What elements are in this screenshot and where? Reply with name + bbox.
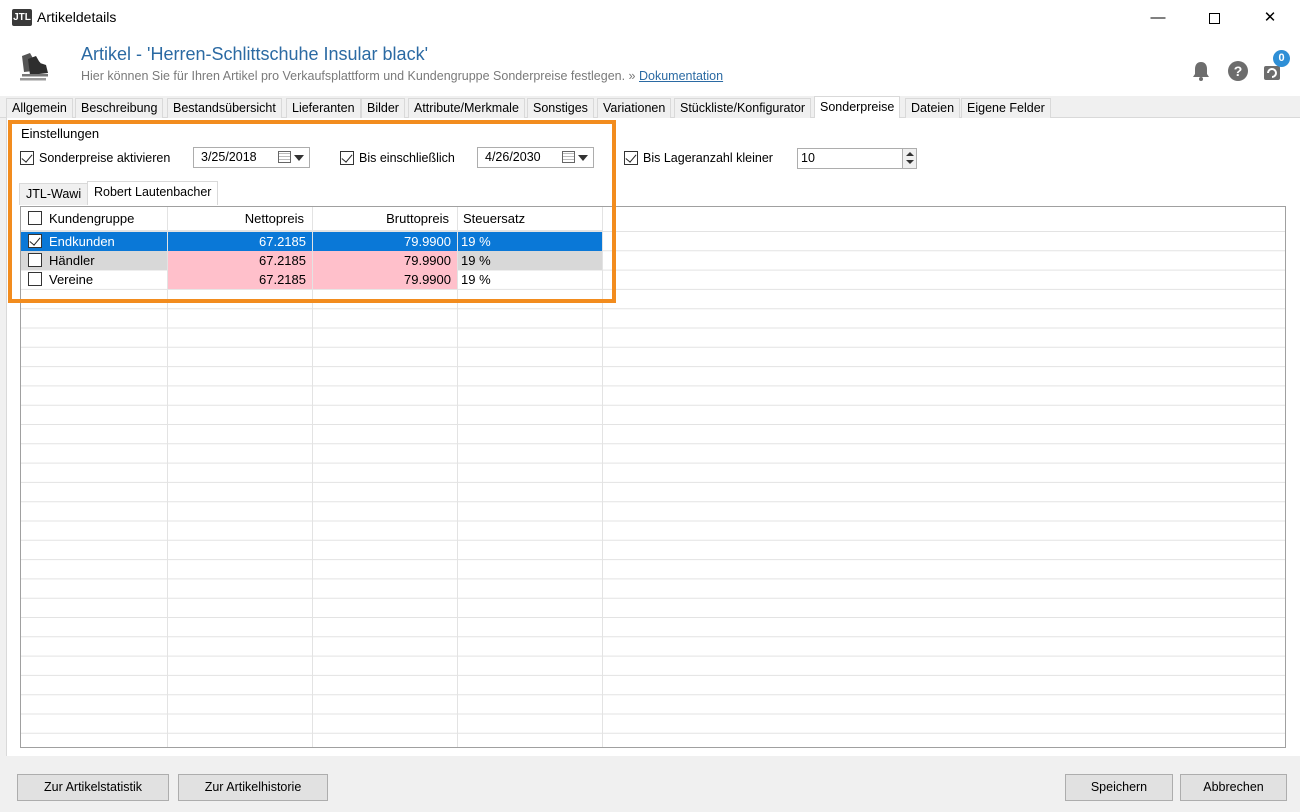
- save-button[interactable]: Speichern: [1065, 774, 1173, 801]
- tab-eigene-felder[interactable]: Eigene Felder: [961, 98, 1051, 118]
- article-history-button[interactable]: Zur Artikelhistorie: [178, 774, 328, 801]
- article-title: Artikel - 'Herren-Schlittschuhe Insular …: [81, 44, 429, 64]
- app-logo-icon: JTL: [12, 9, 32, 26]
- spin-up-icon: [906, 152, 914, 156]
- cell-nettopreis: 67.2185: [168, 232, 312, 251]
- stock-limit-spinner[interactable]: [902, 149, 916, 168]
- column-header-nettopreis[interactable]: Nettopreis: [168, 207, 313, 231]
- select-all-checkbox[interactable]: [28, 211, 42, 225]
- help-icon[interactable]: ?: [1227, 60, 1249, 82]
- row-checkbox[interactable]: [28, 253, 42, 267]
- tab-robert-lautenbacher[interactable]: Robert Lautenbacher: [87, 181, 219, 205]
- notification-badge: 0: [1273, 50, 1290, 67]
- title-bar: JTL Artikeldetails — ✕: [0, 0, 1300, 36]
- calendar-icon: [278, 151, 291, 163]
- table-row[interactable]: Händler 67.2185 79.9900 19 %: [21, 251, 603, 270]
- tab-allgemein[interactable]: Allgemein: [6, 98, 73, 118]
- bell-icon[interactable]: [1190, 60, 1212, 82]
- row-checkbox[interactable]: [28, 234, 42, 248]
- dropdown-arrow-icon: [578, 155, 588, 161]
- kundengruppe-header-label: Kundengruppe: [49, 211, 135, 226]
- cell-steuersatz: 19 %: [458, 251, 602, 270]
- artikeldetails-window: JTL Artikeldetails — ✕ Artikel - 'Herren…: [0, 0, 1300, 812]
- cell-steuersatz: 19 %: [461, 272, 491, 287]
- cell-kundengruppe: Endkunden: [21, 232, 167, 251]
- svg-text:?: ?: [1234, 63, 1243, 79]
- stock-limit-checkbox[interactable]: [624, 151, 638, 165]
- stock-limit-input[interactable]: 10: [797, 148, 917, 169]
- cell-nettopreis: 67.2185: [168, 251, 312, 270]
- tab-bilder[interactable]: Bilder: [361, 98, 405, 118]
- column-header-bruttopreis[interactable]: Bruttopreis: [313, 207, 458, 231]
- end-date-picker[interactable]: 4/26/2030: [477, 147, 594, 168]
- row-group-label: Endkunden: [49, 234, 115, 249]
- calendar-icon: [562, 151, 575, 163]
- tab-attribute-merkmale[interactable]: Attribute/Merkmale: [408, 98, 525, 118]
- article-header: Artikel - 'Herren-Schlittschuhe Insular …: [0, 36, 1300, 96]
- table-row[interactable]: Vereine 67.2185 79.9900 19 %: [21, 270, 603, 289]
- tab-bar: Allgemein Beschreibung Bestandsübersicht…: [0, 96, 1300, 119]
- window-title: Artikeldetails: [37, 9, 117, 25]
- settings-group-label: Einstellungen: [21, 126, 100, 141]
- enable-special-prices-checkbox[interactable]: [20, 151, 34, 165]
- end-date-value: 4/26/2030: [485, 150, 541, 164]
- tab-sonstiges[interactable]: Sonstiges: [527, 98, 594, 118]
- maximize-button[interactable]: [1186, 0, 1242, 36]
- until-date-label: Bis einschließlich: [359, 151, 455, 165]
- tab-lieferanten[interactable]: Lieferanten: [286, 98, 361, 118]
- cell-kundengruppe: Vereine: [21, 270, 167, 289]
- row-group-label: Händler: [49, 253, 95, 268]
- column-header-kundengruppe[interactable]: Kundengruppe: [21, 207, 168, 231]
- cancel-button[interactable]: Abbrechen: [1180, 774, 1287, 801]
- row-group-label: Vereine: [49, 272, 94, 287]
- start-date-picker[interactable]: 3/25/2018: [193, 147, 310, 168]
- start-date-value: 3/25/2018: [201, 150, 257, 164]
- subtitle-text: Hier können Sie für Ihren Artikel pro Ve…: [81, 69, 636, 83]
- stock-limit-value: 10: [801, 151, 815, 165]
- sonderpreise-panel: Einstellungen Sonderpreise aktivieren 3/…: [6, 118, 1300, 756]
- enable-special-prices-label: Sonderpreise aktivieren: [39, 151, 171, 165]
- cell-bruttopreis: 79.9900: [313, 270, 457, 289]
- tab-bestandsuebersicht[interactable]: Bestandsübersicht: [167, 98, 282, 118]
- cell-kundengruppe: Händler: [21, 251, 167, 270]
- skates-icon: [20, 53, 48, 81]
- cell-steuersatz: 19 %: [458, 232, 602, 251]
- customer-group-grid[interactable]: Kundengruppe Nettopreis Bruttopreis Steu…: [20, 206, 1286, 748]
- documentation-link[interactable]: Dokumentation: [639, 69, 723, 83]
- maximize-icon: [1208, 12, 1220, 24]
- minimize-button[interactable]: —: [1130, 0, 1186, 36]
- cell-nettopreis: 67.2185: [168, 270, 312, 289]
- close-button[interactable]: ✕: [1242, 0, 1298, 36]
- tab-jtl-wawi[interactable]: JTL-Wawi: [19, 183, 89, 205]
- cell-bruttopreis: 79.9900: [313, 251, 457, 270]
- stock-limit-label: Bis Lageranzahl kleiner: [643, 151, 773, 165]
- spin-down-icon: [906, 160, 914, 164]
- dropdown-arrow-icon: [294, 155, 304, 161]
- tab-variationen[interactable]: Variationen: [597, 98, 672, 118]
- tab-stueckliste-konfigurator[interactable]: Stückliste/Konfigurator: [674, 98, 812, 118]
- article-subtitle: Hier können Sie für Ihren Artikel pro Ve…: [81, 69, 723, 83]
- article-statistics-button[interactable]: Zur Artikelstatistik: [17, 774, 169, 801]
- tab-sonderpreise[interactable]: Sonderpreise: [814, 96, 901, 119]
- cell-bruttopreis: 79.9900: [313, 232, 457, 251]
- row-checkbox[interactable]: [28, 272, 42, 286]
- tab-dateien[interactable]: Dateien: [905, 98, 961, 118]
- table-row[interactable]: Endkunden 67.2185 79.9900 19 %: [21, 232, 603, 251]
- column-header-steuersatz[interactable]: Steuersatz: [458, 207, 603, 231]
- until-date-checkbox[interactable]: [340, 151, 354, 165]
- tab-beschreibung[interactable]: Beschreibung: [75, 98, 164, 118]
